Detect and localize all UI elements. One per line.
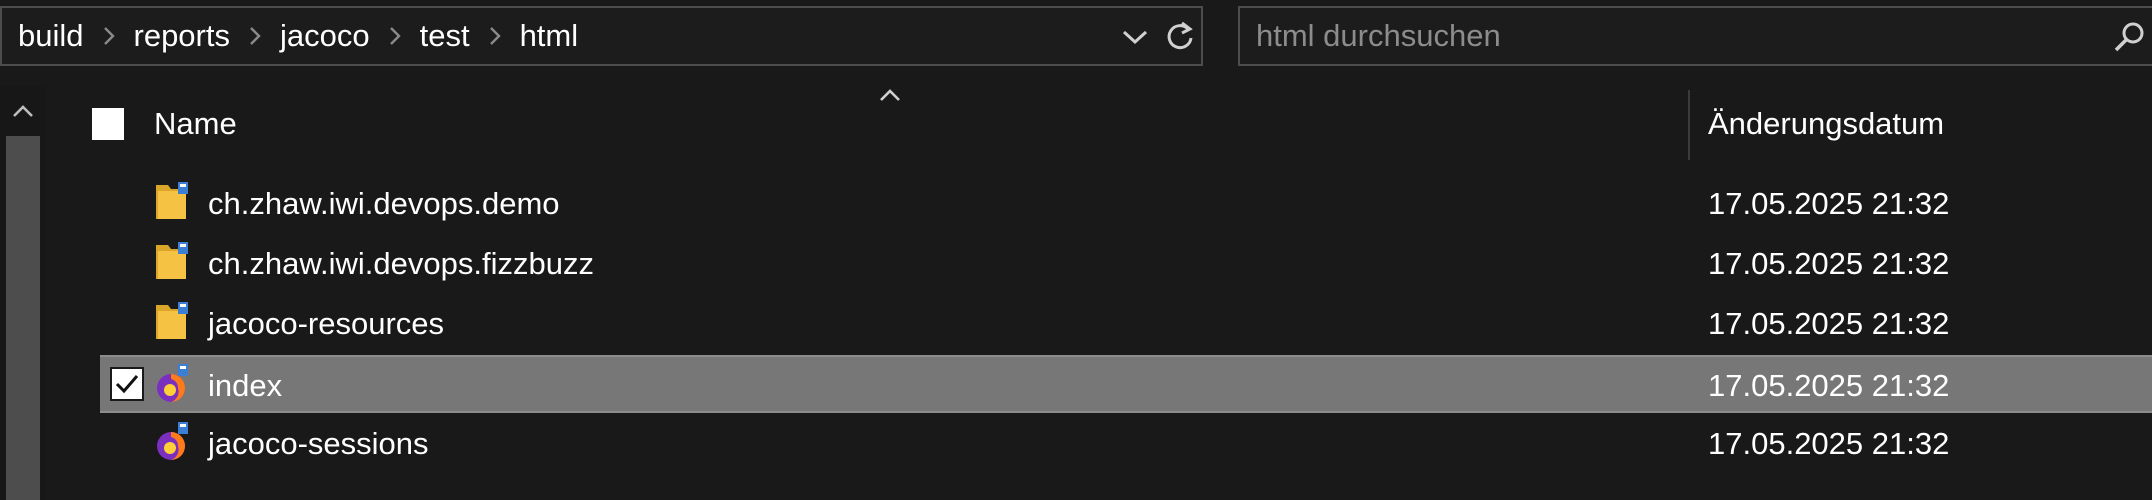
toolbar: build reports jacoco test html: [0, 0, 2152, 72]
row-checkbox[interactable]: [110, 367, 144, 401]
breadcrumb-item-test[interactable]: test: [420, 18, 470, 54]
file-name: ch.zhaw.iwi.devops.demo: [208, 186, 560, 221]
search-box[interactable]: [1238, 6, 2152, 66]
breadcrumb-item-reports[interactable]: reports: [134, 18, 230, 54]
file-modified-date: 17.05.2025 21:32: [1708, 306, 1950, 341]
folder-icon: [156, 242, 188, 279]
chevron-right-icon[interactable]: [94, 8, 124, 64]
breadcrumb: build reports jacoco test html: [18, 8, 578, 64]
chevron-up-icon[interactable]: [6, 94, 40, 128]
search-icon[interactable]: [2112, 20, 2146, 54]
select-all-checkbox[interactable]: [92, 108, 124, 140]
file-name: index: [208, 368, 283, 403]
column-modified-header[interactable]: Änderungsdatum: [1708, 86, 1944, 162]
list-item[interactable]: jacoco-sessions 17.05.2025 21:32: [100, 415, 2152, 473]
file-modified-date: 17.05.2025 21:32: [1708, 186, 1950, 221]
chevron-down-icon[interactable]: [1117, 20, 1153, 54]
breadcrumb-item-build[interactable]: build: [18, 18, 84, 54]
address-bar[interactable]: build reports jacoco test html: [0, 6, 1203, 66]
chevron-right-icon[interactable]: [480, 8, 510, 64]
vertical-scrollbar[interactable]: [0, 86, 46, 500]
list-item[interactable]: ch.zhaw.iwi.devops.demo 17.05.2025 21:32: [100, 175, 2152, 233]
list-item-selected[interactable]: index 17.05.2025 21:32: [100, 355, 2152, 413]
file-modified-date: 17.05.2025 21:32: [1708, 368, 1950, 403]
file-name: ch.zhaw.iwi.devops.fizzbuzz: [208, 246, 594, 281]
file-modified-date: 17.05.2025 21:32: [1708, 426, 1950, 461]
column-divider[interactable]: [1688, 90, 1690, 160]
column-name-header[interactable]: Name: [154, 86, 237, 162]
search-input[interactable]: [1256, 16, 2096, 56]
column-header: Name Änderungsdatum: [56, 86, 2152, 162]
file-name: jacoco-resources: [208, 306, 445, 341]
firefox-html-icon: [157, 364, 188, 402]
chevron-right-icon[interactable]: [380, 8, 410, 64]
file-name: jacoco-sessions: [208, 426, 429, 461]
list-item[interactable]: jacoco-resources 17.05.2025 21:32: [100, 295, 2152, 353]
chevron-right-icon[interactable]: [240, 8, 270, 64]
folder-icon: [156, 182, 188, 219]
breadcrumb-item-jacoco[interactable]: jacoco: [280, 18, 370, 54]
refresh-icon[interactable]: [1162, 18, 1198, 54]
scrollbar-thumb[interactable]: [6, 136, 40, 500]
sort-ascending-icon: [880, 89, 900, 101]
file-modified-date: 17.05.2025 21:32: [1708, 246, 1950, 281]
breadcrumb-item-html[interactable]: html: [520, 18, 579, 54]
list-item[interactable]: ch.zhaw.iwi.devops.fizzbuzz 17.05.2025 2…: [100, 235, 2152, 293]
firefox-html-icon: [157, 422, 188, 460]
folder-icon: [156, 302, 188, 339]
